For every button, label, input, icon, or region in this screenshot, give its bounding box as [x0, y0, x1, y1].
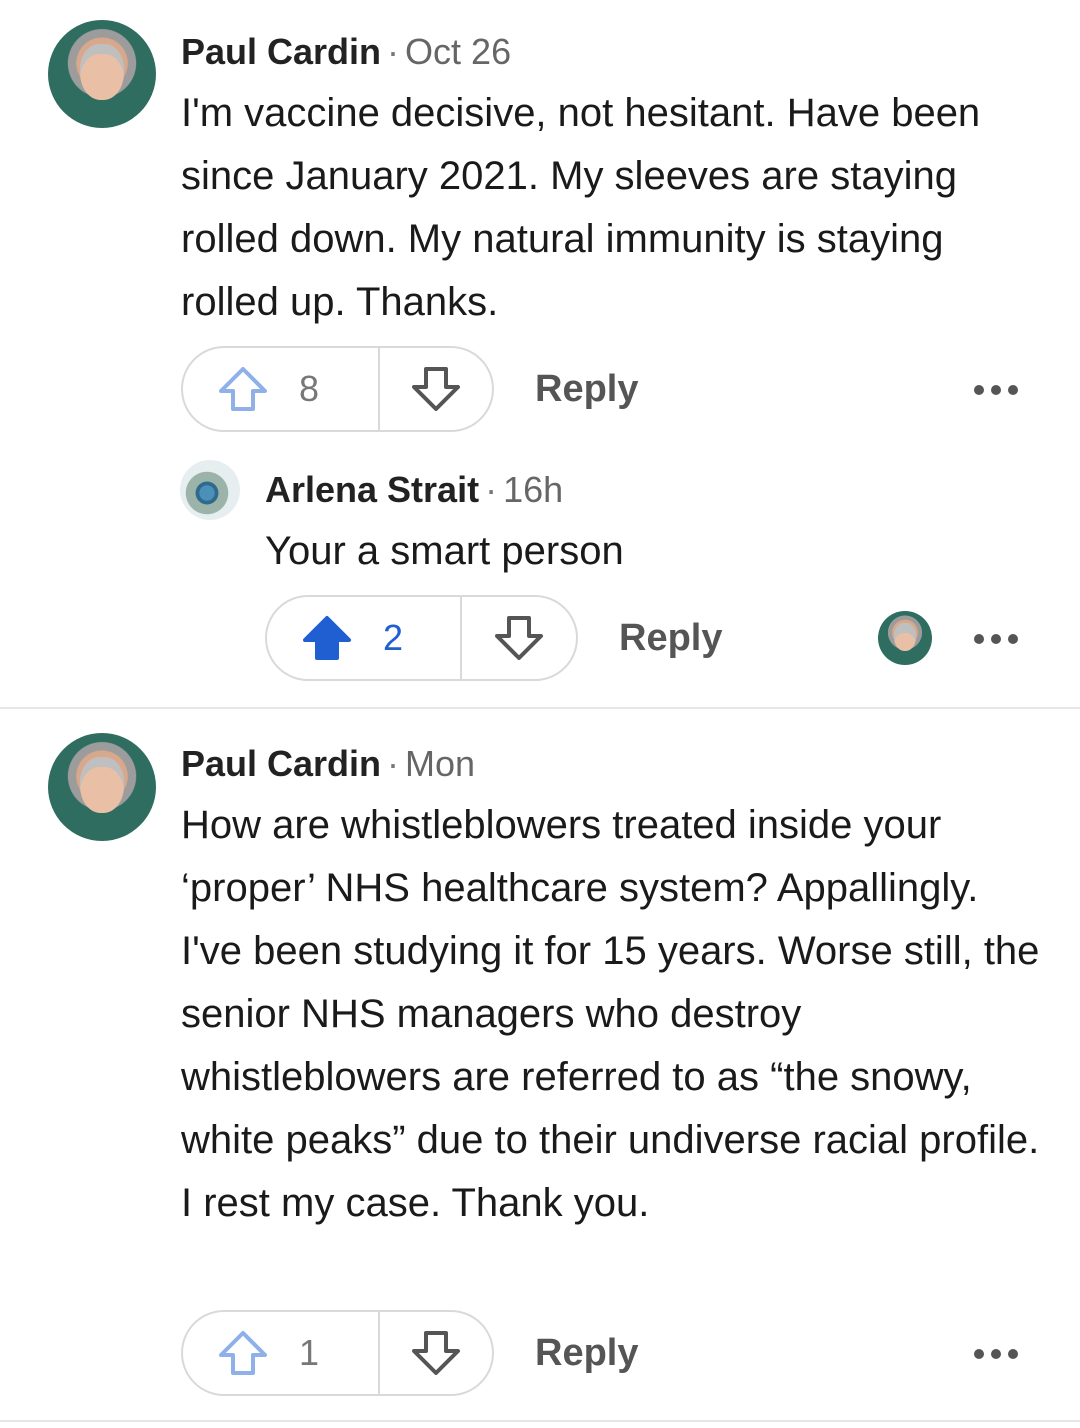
more-options-icon[interactable]: [974, 385, 1018, 395]
meta-separator: ·: [387, 31, 400, 72]
meta-separator: ·: [485, 469, 498, 510]
comment-time: Oct 26: [405, 31, 512, 72]
upvote-count: 2: [383, 617, 404, 658]
arrow-down-icon: [494, 616, 543, 660]
upvote-count: 8: [299, 368, 320, 409]
comment-meta: Paul Cardin · Mon: [181, 742, 475, 786]
more-options-icon[interactable]: [974, 1349, 1018, 1359]
arrow-down-icon: [411, 1331, 460, 1375]
vote-control: 1: [181, 1310, 494, 1396]
upvoter-avatar[interactable]: [878, 611, 932, 665]
arrow-down-icon: [411, 367, 460, 411]
downvote-button[interactable]: [462, 597, 576, 679]
upvote-count: 1: [299, 1332, 320, 1373]
upvote-button[interactable]: 2: [267, 597, 460, 679]
more-options-icon[interactable]: [974, 634, 1018, 644]
arrow-up-icon: [219, 1331, 267, 1375]
avatar[interactable]: [48, 733, 156, 841]
downvote-button[interactable]: [380, 348, 492, 430]
reply-button[interactable]: Reply: [619, 617, 722, 660]
comment-text: I'm vaccine decisive, not hesitant. Have…: [181, 91, 981, 324]
reply-button[interactable]: Reply: [535, 1332, 638, 1375]
comment-meta: Arlena Strait · 16h: [265, 468, 563, 512]
thread-divider: [0, 1420, 1080, 1422]
meta-separator: ·: [387, 743, 400, 784]
comment-text: How are whistleblowers treated inside yo…: [181, 803, 1040, 1225]
upvote-button[interactable]: 1: [183, 1312, 378, 1394]
reply-button[interactable]: Reply: [535, 368, 638, 411]
upvote-button[interactable]: 8: [183, 348, 378, 430]
avatar[interactable]: [180, 460, 240, 520]
avatar[interactable]: [48, 20, 156, 128]
thread-divider: [0, 707, 1080, 709]
author-name[interactable]: Arlena Strait: [265, 469, 479, 510]
comment-time: Mon: [405, 743, 476, 784]
downvote-button[interactable]: [380, 1312, 492, 1394]
arrow-up-icon: [303, 616, 351, 660]
vote-control: 2: [265, 595, 578, 681]
comment-time: 16h: [503, 469, 564, 510]
author-name[interactable]: Paul Cardin: [181, 31, 381, 72]
arrow-up-icon: [219, 367, 267, 411]
comment-meta: Paul Cardin · Oct 26: [181, 30, 511, 74]
author-name[interactable]: Paul Cardin: [181, 743, 381, 784]
comment-text: Your a smart person: [265, 529, 624, 573]
vote-control: 8: [181, 346, 494, 432]
